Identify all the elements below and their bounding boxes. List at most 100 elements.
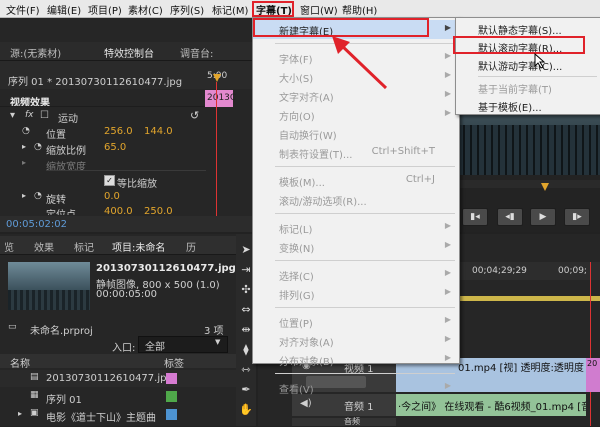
next-video-clip[interactable]: 20 — [586, 358, 600, 392]
menu-project[interactable]: 项目(P) — [88, 2, 122, 17]
item-name: 电影《道士下山》主题曲 — [46, 413, 156, 424]
menu-item-label: 分布对象(B) — [279, 357, 334, 368]
menu-item-label: 方向(O) — [279, 112, 315, 123]
submenu-item-label: 默认静态字幕(S)... — [478, 26, 562, 37]
title-menu-item: 制表符设置(T)... Ctrl+Shift+T — [253, 143, 459, 162]
timeline-playhead[interactable] — [590, 262, 591, 426]
scale-value[interactable]: 65.0 — [104, 142, 126, 153]
hand-tool-icon[interactable]: ✋ — [238, 402, 254, 418]
inport-select[interactable]: 全部 ▼ — [138, 336, 228, 353]
submenu-arrow-icon: ▶ — [444, 353, 451, 362]
tab-preview[interactable]: 览 — [4, 239, 14, 254]
column-name[interactable]: 名称 — [10, 355, 30, 370]
tab-effect-controls[interactable]: 特效控制台 — [104, 45, 154, 60]
tab-project[interactable]: 项目:未命名 — [112, 239, 165, 254]
expand-rotation-icon[interactable]: ▸ — [22, 191, 26, 200]
menu-item-label: 模板(M)... — [279, 178, 325, 189]
frame-back-icon[interactable]: ◂▮ — [497, 208, 523, 226]
expand-item-icon[interactable]: ▸ — [18, 409, 22, 418]
slip-tool-icon[interactable]: ⇿ — [238, 362, 254, 378]
uniform-scale-checkbox[interactable]: ✓ — [104, 175, 115, 186]
step-back-icon[interactable]: ▮◂ — [462, 208, 488, 226]
anchor-y-value[interactable]: 250.0 — [144, 206, 173, 215]
menu-help[interactable]: 帮助(H) — [342, 2, 377, 17]
position-y-value[interactable]: 144.0 — [144, 126, 173, 137]
effect-controls-tabbar: 源:(无素材) 特效控制台 调音台: — [0, 42, 260, 61]
title-menu-item: 标记(L) ▶ — [253, 218, 459, 237]
label-color-swatch — [166, 391, 177, 402]
label-color-swatch — [166, 409, 177, 420]
menu-title-highlight-box — [252, 1, 294, 17]
menu-item-label: 查看(V) — [279, 385, 314, 396]
submenu-arrow-icon: ▶ — [444, 23, 451, 32]
menu-item-label: 字体(F) — [279, 55, 313, 66]
tab-source[interactable]: 源:(无素材) — [10, 45, 61, 60]
rotation-label: 旋转 — [46, 195, 66, 206]
list-item[interactable]: ▤ 20130730112610477.jpg — [0, 370, 236, 387]
new-title-submenu: 默认静态字幕(S)... 默认滚动字幕(R)... 默认游动字幕(C)... 基于当前… — [455, 17, 600, 115]
menu-separator — [275, 213, 455, 214]
submenu-arrow-icon: ▶ — [444, 315, 451, 324]
tab-audio-mixer[interactable]: 调音台: — [180, 45, 213, 60]
menu-item-label: 滚动/游动选项(R)... — [279, 197, 367, 208]
title-menu-item: 对齐对象(A) ▶ — [253, 331, 459, 350]
tab-effects[interactable]: 效果 — [34, 239, 54, 254]
sequence-icon: ▦ — [30, 390, 39, 400]
project-filename: 未命名.prproj — [30, 326, 93, 337]
menu-separator — [275, 260, 455, 261]
anchor-x-value[interactable]: 400.0 — [104, 206, 133, 215]
current-timecode[interactable]: 00:05:02:02 — [6, 219, 67, 230]
work-area-bar[interactable] — [456, 296, 600, 301]
frame-forward-icon[interactable]: ▮▸ — [564, 208, 590, 226]
annotation-arrow-icon — [332, 36, 388, 90]
tab-markers[interactable]: 标记 — [74, 239, 94, 254]
submenu-item[interactable]: 基于模板(E)... — [456, 97, 600, 114]
menu-window[interactable]: 窗口(W) — [300, 2, 338, 17]
list-item[interactable]: ▦ 序列 01 — [0, 388, 236, 406]
menu-item-label: 自动换行(W) — [279, 131, 337, 142]
rotation-value[interactable]: 0.0 — [104, 191, 120, 202]
submenu-item-label: 基于当前字幕(T) — [478, 85, 552, 96]
expand-scale-icon[interactable]: ▸ — [22, 142, 26, 151]
tab-history[interactable]: 历 — [186, 239, 196, 254]
audio-clip[interactable]: ·今之间》 在线观看 - 酷6视频_01.mp4 [音] — [396, 394, 586, 416]
program-scrubber[interactable] — [456, 180, 600, 188]
submenu-item[interactable]: 默认游动字幕(C)... — [456, 56, 600, 73]
expand-motion-icon[interactable]: ▾ — [10, 110, 15, 121]
stopwatch-rotation-icon[interactable]: ◔ — [34, 191, 42, 201]
expand-scale-width-icon: ▸ — [22, 158, 27, 167]
pen-tool-icon[interactable]: ✒ — [238, 382, 254, 398]
project-item-count: 3 项 — [204, 326, 224, 337]
play-icon[interactable]: ▶ — [530, 208, 556, 226]
stopwatch-position-icon[interactable]: ◔ — [22, 126, 30, 136]
position-label: 位置 — [46, 130, 66, 141]
folder-icon: ▭ — [8, 322, 17, 332]
menu-sequence[interactable]: 序列(S) — [170, 2, 204, 17]
menu-separator — [275, 307, 455, 308]
fx-icon[interactable]: fx — [25, 110, 34, 120]
position-x-value[interactable]: 256.0 — [104, 126, 133, 137]
motion-label: 运动 — [58, 114, 78, 125]
stopwatch-scale-icon[interactable]: ◔ — [34, 142, 42, 152]
menu-item-label: 排列(G) — [279, 291, 315, 302]
menu-clip[interactable]: 素材(C) — [128, 2, 163, 17]
menu-bar: 文件(F) 编辑(E) 项目(P) 素材(C) 序列(S) 标记(M) 字幕(T… — [0, 0, 600, 18]
submenu-item[interactable]: 默认静态字幕(S)... — [456, 20, 600, 37]
ruler-time-2: 00;09; — [558, 266, 587, 276]
menu-file[interactable]: 文件(F) — [6, 2, 40, 17]
menu-marker[interactable]: 标记(M) — [212, 2, 248, 17]
menu-item-shortcut: Ctrl+Shift+T — [371, 146, 435, 157]
list-item[interactable]: ▸ ▣ 电影《道士下山》主题曲 — [0, 406, 236, 424]
reset-icon[interactable]: ↺ — [190, 109, 199, 122]
menu-item-label: 对齐对象(A) — [279, 338, 334, 349]
menu-edit[interactable]: 编辑(E) — [47, 2, 81, 17]
video-file-icon: ▣ — [30, 408, 39, 418]
audio-track-label: 音频 1 — [344, 402, 374, 413]
audio-track-2-header: 音频 — [292, 417, 396, 426]
speaker-icon[interactable]: ◀) — [300, 398, 312, 409]
column-label[interactable]: 标签 — [164, 355, 184, 370]
mini-clip[interactable]: 2013C — [205, 90, 236, 107]
uniform-scale-label: 等比缩放 — [117, 179, 157, 190]
audio-track-header: ◀) 音频 1 — [292, 394, 396, 416]
submenu-arrow-icon: ▶ — [444, 51, 451, 60]
